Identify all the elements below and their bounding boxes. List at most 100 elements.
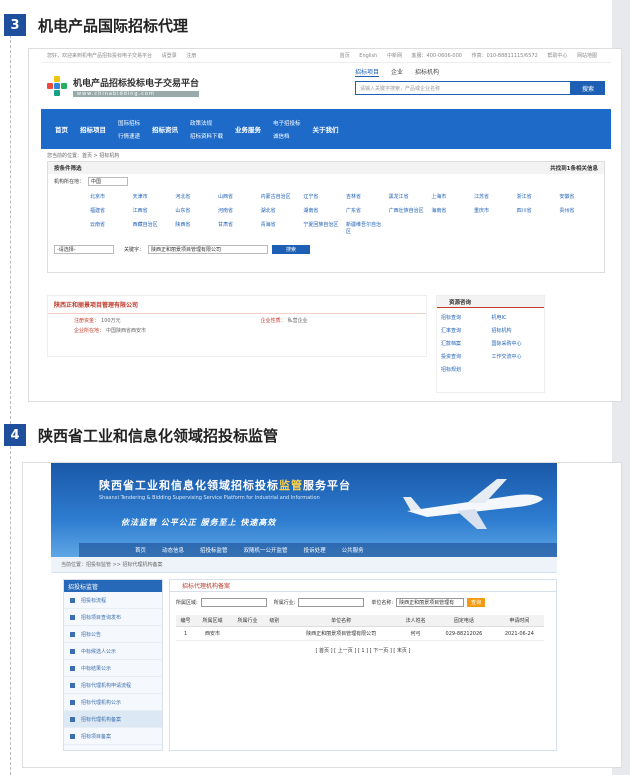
filter-search-button[interactable]: 搜索 bbox=[272, 245, 311, 254]
province-link[interactable]: 贵州省 bbox=[559, 207, 598, 214]
pagination[interactable]: [ 首页 ] [ 上一页 ] [ 1 ] [ 下一页 ] [ 末页 ] bbox=[170, 647, 556, 654]
province-link[interactable]: 内蒙古自治区 bbox=[261, 193, 300, 200]
consult-link[interactable]: 招标规划 bbox=[441, 366, 490, 373]
keyword-input[interactable]: 陕西正和丽景项目管理有限公司 bbox=[148, 245, 269, 254]
province-link[interactable]: 广东省 bbox=[346, 207, 385, 214]
province-link[interactable]: 安徽省 bbox=[559, 193, 598, 200]
unit-name-input[interactable]: 陕西正和丽景项目管理有 bbox=[396, 598, 465, 607]
sidebar-item[interactable]: 招标项目备案 bbox=[64, 728, 162, 745]
province-link[interactable]: 天津市 bbox=[133, 193, 172, 200]
cnnet-link[interactable]: 中新网 bbox=[387, 53, 402, 59]
sidebar-item[interactable]: 招标代理机构申请流程 bbox=[64, 677, 162, 694]
section-title: 陕西省工业和信息化领域招投标监管 bbox=[38, 426, 279, 445]
province-link[interactable]: 云南省 bbox=[90, 221, 129, 235]
region-select[interactable] bbox=[200, 598, 267, 607]
sidebar-item[interactable]: 招标项目查询发布 bbox=[64, 609, 162, 626]
search-tab-companies[interactable]: 企业 bbox=[391, 67, 403, 77]
province-link[interactable]: 湖南省 bbox=[303, 207, 342, 214]
province-link[interactable]: 甘肃省 bbox=[218, 221, 257, 235]
consult-link[interactable]: 招标查询 bbox=[441, 314, 490, 321]
platform-nav-item[interactable]: 首页 bbox=[135, 546, 146, 554]
nav-subitem[interactable]: 国际招标 bbox=[118, 119, 140, 127]
province-link[interactable]: 新疆维吾尔自治区 bbox=[346, 221, 385, 235]
province-link[interactable]: 山西省 bbox=[218, 193, 257, 200]
nav-item[interactable]: 招标资讯 bbox=[152, 124, 178, 134]
keyword-label: 关键字： bbox=[124, 247, 145, 253]
province-link[interactable]: 海南省 bbox=[431, 207, 470, 214]
nav-item[interactable]: 首页 bbox=[55, 124, 68, 134]
sidebar-item[interactable]: 招标代理机构备案 bbox=[64, 711, 162, 728]
consult-link[interactable]: 投资查询 bbox=[441, 353, 490, 360]
province-link[interactable]: 青海省 bbox=[261, 221, 300, 235]
platform-nav-item[interactable]: 双随机一公开监管 bbox=[244, 546, 288, 554]
category-select[interactable]: -请选择- bbox=[54, 245, 114, 254]
consult-link[interactable]: 国际采购中心 bbox=[492, 340, 541, 347]
province-link[interactable]: 江西省 bbox=[133, 207, 172, 214]
province-link[interactable]: 湖北省 bbox=[261, 207, 300, 214]
sidebar-item[interactable]: 招标代理机构公示 bbox=[64, 694, 162, 711]
platform-nav-item[interactable]: 投诉处理 bbox=[304, 546, 326, 554]
province-link[interactable]: 广西壮族自治区 bbox=[389, 207, 428, 214]
filter-panel: 按条件筛选 共找到1条相关信息 机构所在地： 中国 北京市 天津市 河北省 山西省 内蒙… bbox=[47, 161, 605, 273]
platform-nav-item[interactable]: 招投标监管 bbox=[200, 546, 228, 554]
platform-nav-item[interactable]: 公共服务 bbox=[342, 546, 364, 554]
sidebar-item[interactable]: 招投标流程 bbox=[64, 592, 162, 609]
province-link[interactable]: 山东省 bbox=[175, 207, 214, 214]
province-link[interactable]: 辽宁省 bbox=[303, 193, 342, 200]
nav-subitem[interactable]: 政策法规 bbox=[190, 119, 223, 127]
province-link[interactable]: 西藏自治区 bbox=[133, 221, 172, 235]
sidebar-item[interactable]: 招标公告 bbox=[64, 626, 162, 643]
platform-banner: 陕西省工业和信息化领域招标投标监管服务平台 Shaanxi Tendering … bbox=[51, 463, 557, 557]
consult-link[interactable]: 工作交流中心 bbox=[492, 353, 541, 360]
nav-item[interactable]: 业务服务 bbox=[235, 124, 261, 134]
bullet-icon bbox=[70, 733, 75, 739]
table-cell[interactable]: 陕西正和丽景项目管理有限公司 bbox=[283, 626, 399, 641]
result-card: 陕西正和丽景项目管理有限公司 注册资金： 100万元 企业性质： 私营企业 企业… bbox=[47, 295, 427, 357]
consult-link[interactable]: 汇率查询 bbox=[441, 327, 490, 334]
province-link[interactable]: 吉林省 bbox=[346, 193, 385, 200]
search-button[interactable]: 搜索 bbox=[571, 81, 605, 95]
province-link[interactable]: 上海市 bbox=[431, 193, 470, 200]
province-link[interactable]: 黑龙江省 bbox=[389, 193, 428, 200]
sidebar-item[interactable]: 中标候选人公示 bbox=[64, 643, 162, 660]
bullet-icon bbox=[70, 597, 75, 603]
consult-panel: 资源咨询 招标查询 机电IC 汇率查询 招标机构 汇款档案 国际采购中心 投资查询 工作交流中… bbox=[436, 295, 545, 393]
search-area: 招标项目 企业 招标机构 请输入关键字搜索，产品或企业名称 搜索 bbox=[355, 67, 605, 95]
home-link[interactable]: 首页 bbox=[340, 53, 350, 59]
search-tab-projects[interactable]: 招标项目 bbox=[355, 67, 380, 77]
province-link[interactable]: 北京市 bbox=[90, 193, 129, 200]
consult-link[interactable]: 汇款档案 bbox=[441, 340, 490, 347]
bullet-icon bbox=[70, 648, 75, 654]
consult-link[interactable]: 机电IC bbox=[492, 314, 541, 321]
industry-select[interactable] bbox=[298, 598, 365, 607]
province-link[interactable]: 陕西省 bbox=[175, 221, 214, 235]
province-link[interactable]: 重庆市 bbox=[474, 207, 513, 214]
search-input[interactable]: 请输入关键字搜索，产品或企业名称 bbox=[355, 81, 571, 95]
platform-nav-item[interactable]: 动态信息 bbox=[162, 546, 184, 554]
query-button[interactable]: 查询 bbox=[467, 598, 486, 607]
english-link[interactable]: English bbox=[359, 53, 377, 59]
nav-item[interactable]: 招标项目 bbox=[80, 124, 106, 134]
nav-subitem[interactable]: 电子招投标 bbox=[273, 119, 301, 127]
register-link[interactable]: 注册 bbox=[186, 53, 196, 59]
help-link[interactable]: 帮助中心 bbox=[547, 53, 567, 59]
search-tab-agencies[interactable]: 招标机构 bbox=[415, 67, 439, 77]
nav-item[interactable]: 关于我们 bbox=[313, 124, 339, 134]
sidebar-item[interactable]: 中标结果公示 bbox=[64, 660, 162, 677]
nav-subitem[interactable]: 诚信档 bbox=[273, 132, 301, 140]
nav-subitem[interactable]: 招标资料下载 bbox=[190, 132, 223, 140]
province-link[interactable]: 河南省 bbox=[218, 207, 257, 214]
province-link[interactable]: 四川省 bbox=[517, 207, 556, 214]
sitemap-link[interactable]: 网站地图 bbox=[577, 53, 597, 59]
province-link[interactable]: 浙江省 bbox=[517, 193, 556, 200]
province-link[interactable]: 江苏省 bbox=[474, 193, 513, 200]
column-header: 法人姓名 bbox=[398, 615, 434, 627]
consult-link[interactable]: 招标机构 bbox=[492, 327, 541, 334]
result-company-name[interactable]: 陕西正和丽景项目管理有限公司 bbox=[48, 296, 426, 314]
region-select[interactable]: 中国 bbox=[88, 177, 129, 186]
province-link[interactable]: 福建省 bbox=[90, 207, 129, 214]
province-link[interactable]: 河北省 bbox=[175, 193, 214, 200]
login-link[interactable]: 请登录 bbox=[162, 53, 177, 59]
province-link[interactable]: 宁夏回族自治区 bbox=[303, 221, 342, 235]
nav-subitem[interactable]: 行情速递 bbox=[118, 132, 140, 140]
